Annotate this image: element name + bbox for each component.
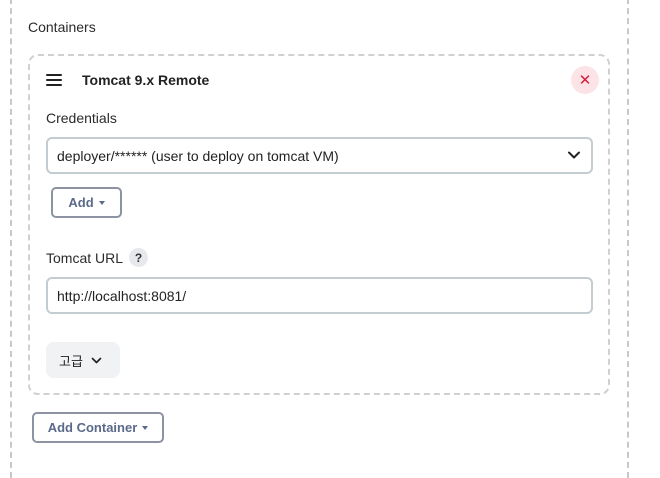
credentials-select[interactable]: deployer/****** (user to deploy on tomca… bbox=[46, 137, 593, 174]
advanced-button[interactable]: 고급 bbox=[46, 342, 120, 378]
advanced-label: 고급 bbox=[59, 354, 83, 370]
credentials-label: Credentials bbox=[46, 110, 117, 126]
tomcat-url-label: Tomcat URL bbox=[46, 250, 124, 266]
container-title: Tomcat 9.x Remote bbox=[82, 72, 210, 88]
close-icon: ✕ bbox=[578, 71, 592, 89]
section-title: Containers bbox=[28, 19, 96, 35]
drag-handle-icon[interactable] bbox=[46, 74, 62, 86]
caret-down-icon bbox=[98, 200, 105, 205]
caret-down-icon bbox=[142, 425, 149, 430]
tomcat-url-input[interactable] bbox=[46, 277, 593, 314]
add-credentials-label: Add bbox=[68, 195, 94, 210]
add-credentials-button[interactable]: Add bbox=[51, 187, 122, 218]
remove-container-button[interactable]: ✕ bbox=[571, 66, 599, 94]
add-container-label: Add Container bbox=[47, 420, 138, 435]
chevron-down-icon bbox=[568, 151, 580, 159]
add-container-button[interactable]: Add Container bbox=[32, 412, 164, 443]
help-icon[interactable]: ? bbox=[129, 248, 148, 267]
credentials-selected-value: deployer/****** (user to deploy on tomca… bbox=[57, 147, 339, 164]
chevron-down-icon bbox=[91, 357, 102, 363]
